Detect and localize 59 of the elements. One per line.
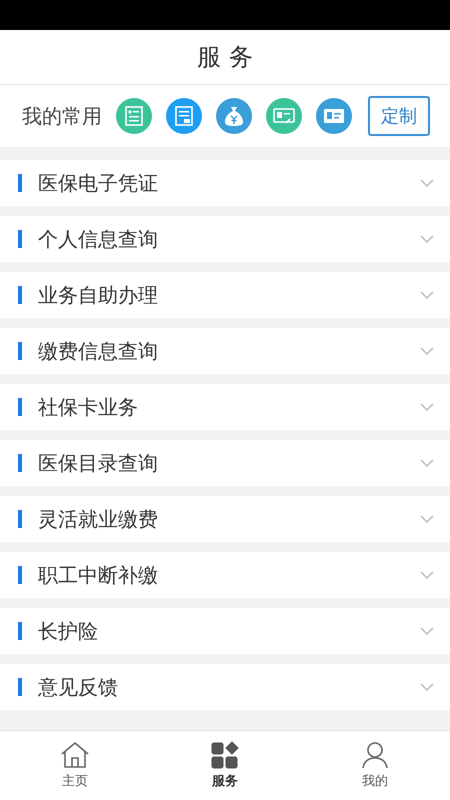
person-icon — [361, 741, 389, 769]
document-icon — [175, 106, 193, 126]
shortcut-button[interactable] — [316, 98, 352, 134]
section-row[interactable]: 医保目录查询 — [0, 440, 450, 486]
accent-bar — [18, 398, 22, 416]
shortcut-button[interactable] — [266, 98, 302, 134]
section-label: 医保电子凭证 — [38, 170, 159, 196]
chevron-icon — [420, 682, 434, 692]
section-row[interactable]: 意见反馈 — [0, 664, 450, 710]
chevron-icon — [420, 626, 434, 636]
form-icon — [125, 106, 143, 126]
chevron-icon — [420, 290, 434, 300]
home-icon — [60, 741, 90, 769]
chevron-icon — [420, 514, 434, 524]
accent-bar — [18, 678, 22, 696]
customize-button[interactable]: 定制 — [368, 96, 430, 136]
section-row[interactable]: 缴费信息查询 — [0, 328, 450, 374]
section-row[interactable]: 个人信息查询 — [0, 216, 450, 262]
section-label: 医保目录查询 — [38, 450, 159, 476]
section-label: 业务自助办理 — [38, 282, 159, 308]
card-icon — [273, 107, 295, 125]
shortcut-button[interactable] — [116, 98, 152, 134]
section-row[interactable]: 长护险 — [0, 608, 450, 654]
section-label: 意见反馈 — [38, 674, 119, 700]
section-row[interactable]: 医保电子凭证 — [0, 160, 450, 206]
shortcut-button[interactable] — [216, 98, 252, 134]
section-row[interactable]: 职工中断补缴 — [0, 552, 450, 598]
favorites-label: 我的常用 — [22, 102, 102, 130]
grid-icon — [211, 741, 239, 769]
section-label: 个人信息查询 — [38, 226, 159, 252]
section-row[interactable]: 社保卡业务 — [0, 384, 450, 430]
section-label: 职工中断补缴 — [38, 562, 159, 588]
section-label: 灵活就业缴费 — [38, 506, 159, 532]
id-card-icon — [323, 107, 345, 125]
accent-bar — [18, 566, 22, 584]
chevron-icon — [420, 458, 434, 468]
section-row[interactable]: 业务自助办理 — [0, 272, 450, 318]
section-label: 社保卡业务 — [38, 394, 139, 420]
tab-button[interactable]: 我的 — [300, 731, 450, 800]
chevron-icon — [420, 234, 434, 244]
section-label: 缴费信息查询 — [38, 338, 159, 364]
accent-bar — [18, 230, 22, 248]
accent-bar — [18, 622, 22, 640]
accent-bar — [18, 286, 22, 304]
accent-bar — [18, 174, 22, 192]
chevron-icon — [420, 346, 434, 356]
accent-bar — [18, 454, 22, 472]
chevron-icon — [420, 570, 434, 580]
chevron-icon — [420, 178, 434, 188]
tab-button[interactable]: 服务 — [150, 731, 300, 800]
money-bag-icon — [224, 105, 244, 127]
accent-bar — [18, 510, 22, 528]
tab-button[interactable]: 主页 — [0, 731, 150, 800]
section-row[interactable]: 灵活就业缴费 — [0, 496, 450, 542]
page-title: 服 务 — [197, 42, 253, 73]
accent-bar — [18, 342, 22, 360]
chevron-icon — [420, 402, 434, 412]
section-label: 长护险 — [38, 618, 99, 644]
shortcut-button[interactable] — [166, 98, 202, 134]
